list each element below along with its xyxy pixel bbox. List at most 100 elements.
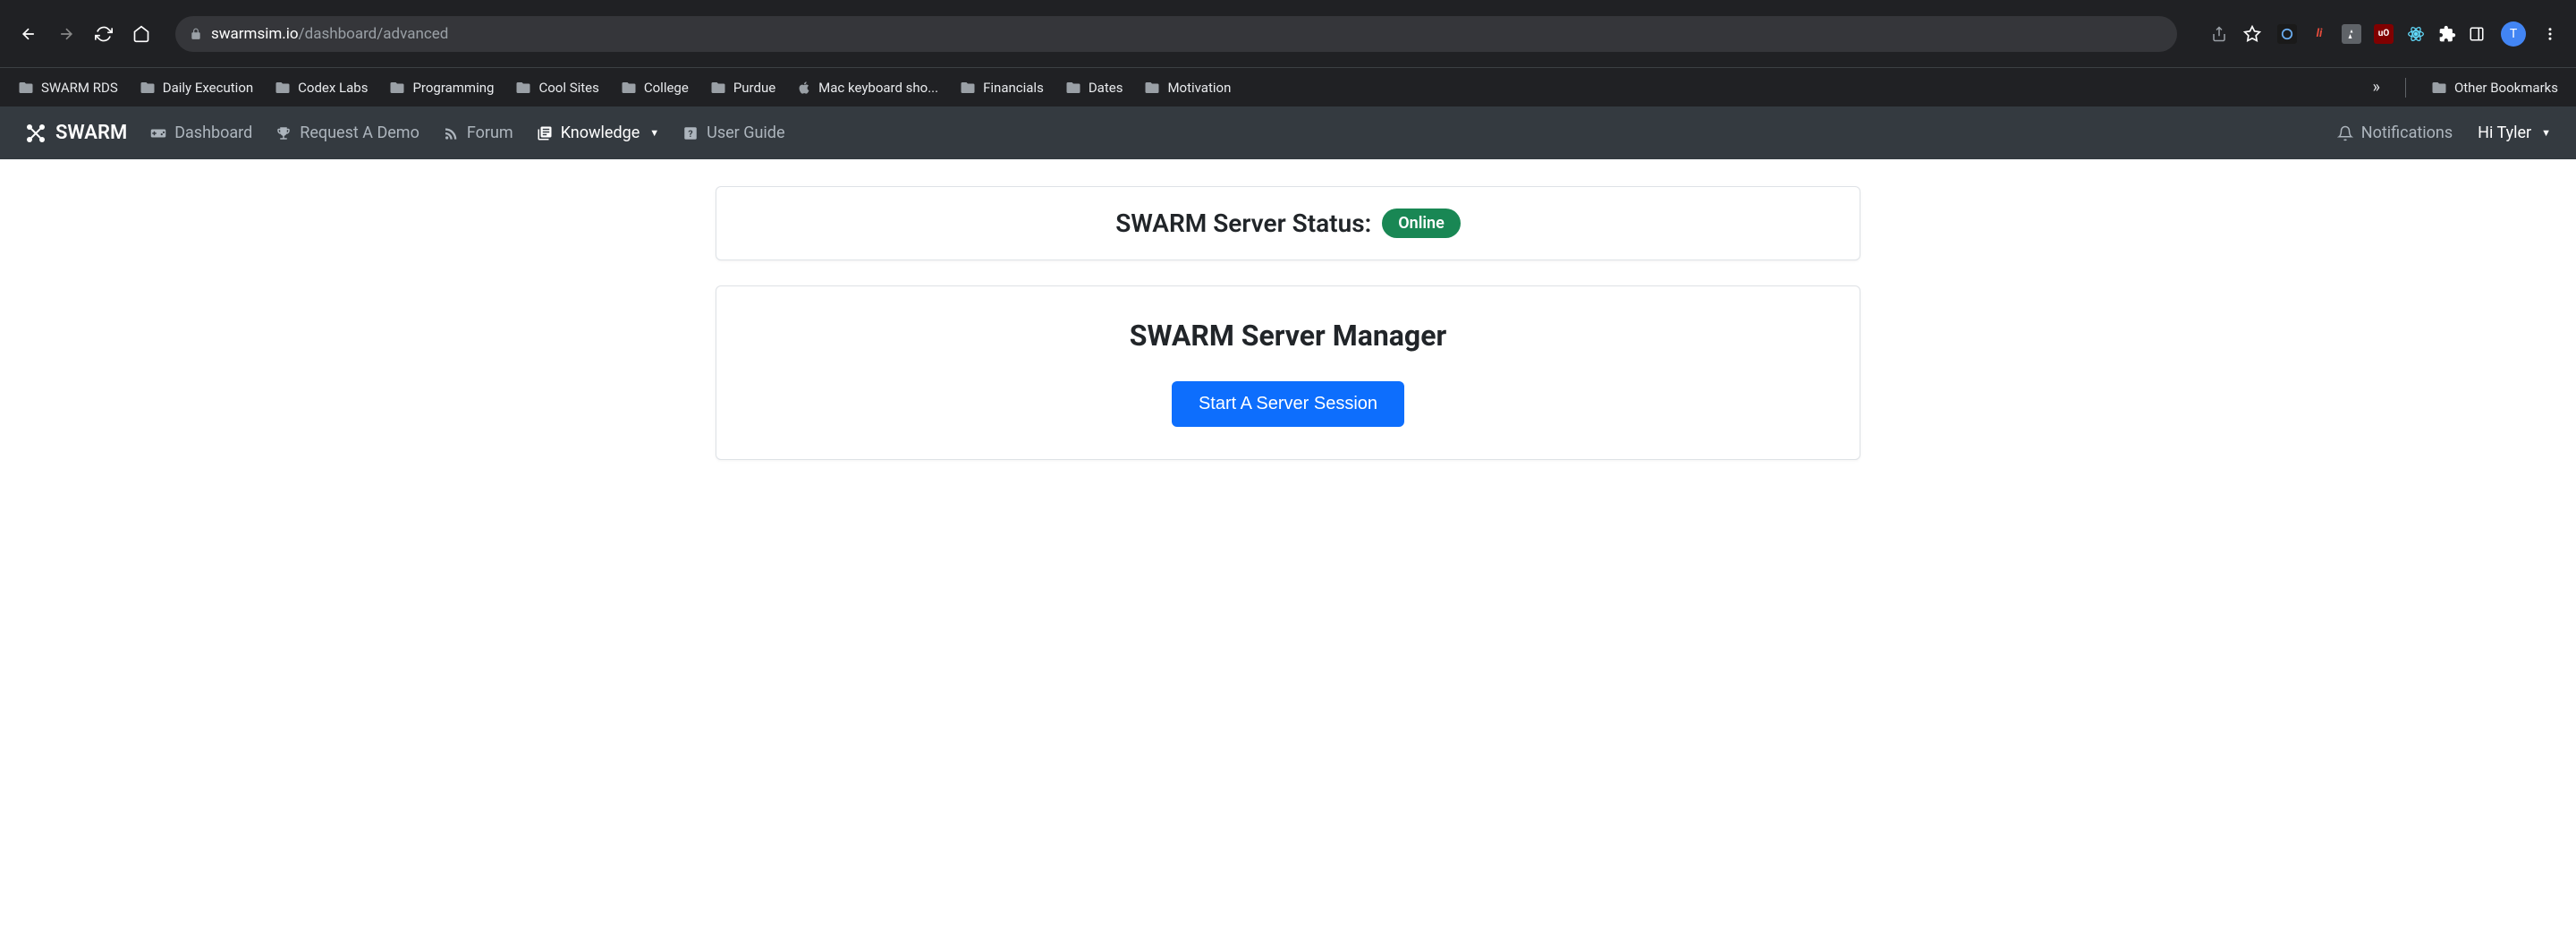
apple-icon [797,81,811,95]
nav-item-label: User Guide [707,123,784,142]
start-session-button[interactable]: Start A Server Session [1172,381,1404,427]
nav-item-label: Request A Demo [300,123,419,142]
nav-item-knowledge[interactable]: Knowledge ▼ [537,123,659,142]
reload-button[interactable] [93,23,114,45]
bookmark-label: Motivation [1167,80,1231,96]
address-bar[interactable]: swarmsim.io/dashboard/advanced [175,16,2177,52]
url-path: /dashboard/advanced [299,25,449,43]
bookmarks-list: SWARM RDS Daily Execution Codex Labs Progra… [18,80,2351,96]
nav-item-forum[interactable]: Forum [443,123,513,142]
bookmark-label: Purdue [733,80,775,96]
bookmark-label: SWARM RDS [41,80,118,96]
rss-icon [443,125,459,141]
extension-react-icon[interactable] [2406,24,2426,44]
folder-icon [140,80,156,96]
bookmark-item[interactable]: Daily Execution [140,80,253,96]
bell-icon [2337,125,2353,141]
url-text: swarmsim.io/dashboard/advanced [211,25,448,43]
chevron-down-icon: ▼ [2541,127,2551,139]
bookmark-divider [2405,78,2406,98]
extension-ublock-icon[interactable]: uO [2374,24,2394,44]
bookmark-item[interactable]: Motivation [1144,80,1231,96]
url-host: swarmsim.io [211,25,299,43]
folder-icon [18,80,34,96]
app-navbar: SWARM Dashboard Request A Demo Forum Knowle… [0,106,2576,159]
home-button[interactable] [131,23,152,45]
gamepad-icon [150,125,166,141]
bookmark-label: Mac keyboard sho... [818,80,938,96]
browser-toolbar: swarmsim.io/dashboard/advanced li uO T [0,0,2576,67]
home-icon [132,25,150,43]
drone-icon [25,123,47,144]
extension-icons: li uO [2277,24,2485,44]
lock-icon [190,28,202,40]
folder-icon [275,80,291,96]
bookmark-item[interactable]: College [621,80,689,96]
reload-icon [95,25,113,43]
bookmark-label: Dates [1089,80,1123,96]
extension-circle-icon[interactable] [2277,24,2297,44]
folder-icon [2431,80,2447,96]
navbar-right: Notifications Hi Tyler ▼ [2337,123,2551,142]
books-icon [537,125,553,141]
bookmark-label: Codex Labs [298,80,368,96]
nav-item-dashboard[interactable]: Dashboard [150,123,252,142]
bookmark-item[interactable]: SWARM RDS [18,80,118,96]
chevron-down-icon: ▼ [649,127,659,139]
folder-icon [389,80,405,96]
chrome-menu-icon[interactable] [2542,26,2558,42]
bookmark-item[interactable]: Purdue [710,80,775,96]
bookmark-item[interactable]: Financials [960,80,1044,96]
side-panel-icon[interactable] [2469,26,2485,42]
extension-translate-icon[interactable] [2342,24,2361,44]
folder-icon [1144,80,1160,96]
trophy-icon [275,125,292,141]
bookmark-item[interactable]: Programming [389,80,494,96]
bookmark-label: Financials [983,80,1044,96]
question-icon: ? [682,125,699,141]
bookmark-overflow[interactable]: » [2373,78,2380,97]
chrome-actions: li uO T [2211,21,2558,47]
main-content: SWARM Server Status: Online SWARM Server… [0,159,2576,487]
bookmark-item[interactable]: Cool Sites [515,80,598,96]
brand[interactable]: SWARM [25,122,127,144]
navbar-left: SWARM Dashboard Request A Demo Forum Knowle… [25,122,784,144]
folder-icon [621,80,637,96]
status-badge: Online [1382,209,1461,238]
user-greeting[interactable]: Hi Tyler ▼ [2478,123,2551,142]
bookmark-item[interactable]: Dates [1065,80,1123,96]
nav-item-user-guide[interactable]: ? User Guide [682,123,784,142]
status-label: SWARM Server Status: [1115,209,1371,238]
bookmark-label: College [644,80,689,96]
profile-avatar[interactable]: T [2501,21,2526,47]
bookmark-label: Daily Execution [163,80,253,96]
forward-button[interactable] [55,23,77,45]
status-card: SWARM Server Status: Online [716,186,1860,260]
folder-icon [710,80,726,96]
nav-item-request-a-demo[interactable]: Request A Demo [275,123,419,142]
bookmark-item[interactable]: Codex Labs [275,80,368,96]
svg-text:?: ? [689,127,693,139]
nav-item-label: Knowledge [561,123,640,142]
folder-icon [515,80,531,96]
bookmark-label: Programming [412,80,494,96]
bookmark-item[interactable]: Mac keyboard sho... [797,80,938,96]
bookmark-label: Cool Sites [538,80,598,96]
notifications-link[interactable]: Notifications [2337,123,2453,142]
nav-button-group [18,23,152,45]
folder-icon [1065,80,1081,96]
nav-items: Dashboard Request A Demo Forum Knowledge ▼? U… [150,123,784,142]
extensions-puzzle-icon[interactable] [2438,25,2456,43]
manager-card: SWARM Server Manager Start A Server Sess… [716,285,1860,460]
arrow-left-icon [20,25,38,43]
share-icon[interactable] [2211,26,2227,42]
manager-title: SWARM Server Manager [1130,319,1446,353]
nav-item-label: Dashboard [174,123,252,142]
folder-icon [960,80,976,96]
back-button[interactable] [18,23,39,45]
other-bookmarks[interactable]: Other Bookmarks [2431,80,2558,96]
nav-item-label: Forum [467,123,513,142]
extension-li-icon[interactable]: li [2309,24,2329,44]
arrow-right-icon [57,25,75,43]
bookmark-star-icon[interactable] [2243,25,2261,43]
